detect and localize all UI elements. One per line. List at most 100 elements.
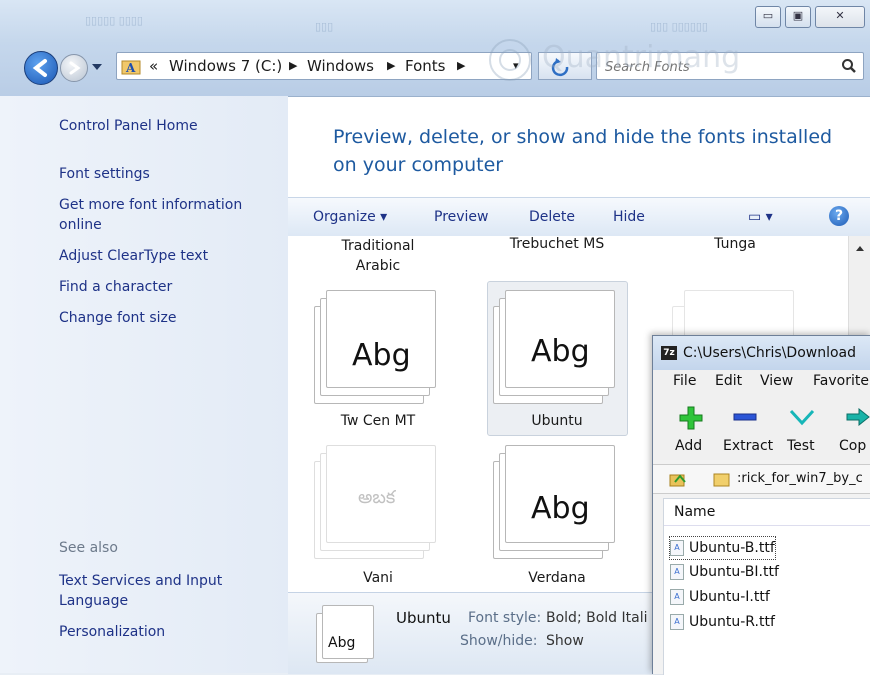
personalization-link[interactable]: Personalization [59,622,269,642]
file-name: Ubuntu-BI.ttf [689,564,779,580]
details-style-label: Font style: [468,610,542,626]
up-folder-icon[interactable] [669,470,687,488]
window-chrome: ▯▯▯▯▯ ▯▯▯▯ ▯▯▯ ▯▯▯ ▯▯▯▯▯▯ ▭ ▣ ✕ A « Wind… [0,0,870,97]
extract-label: Extract [723,438,774,454]
copy-button[interactable]: Cop [835,402,870,460]
font-settings-link[interactable]: Font settings [59,164,269,184]
font-verdana-label[interactable]: Verdana [497,570,617,586]
svg-text:A: A [125,61,136,75]
back-button[interactable] [24,51,58,85]
adjust-cleartype-link[interactable]: Adjust ClearType text [59,246,269,266]
breadcrumb-overflow[interactable]: « [149,53,158,79]
search-icon[interactable] [841,58,857,74]
test-button[interactable]: Test [781,402,823,460]
breadcrumb-separator-icon[interactable]: ▶ [457,53,465,79]
file-name: Ubuntu-B.ttf [689,540,775,556]
page-heading: Preview, delete, or show and hide the fo… [333,126,833,176]
watermark-logo: Quantrimang [480,26,760,90]
font-tile-tw-cen-mt[interactable]: Abg [314,290,438,404]
font-file-icon: A [670,540,684,556]
name-column-header[interactable]: Name [664,499,870,526]
sevenzip-window[interactable]: 7z C:\Users\Chris\Download File Edit Vie… [652,335,870,675]
command-toolbar: Organize ▾ Preview Delete Hide ▭ ▾ ? [288,197,870,237]
font-file-icon: A [670,564,684,580]
sevenzip-menu-bar: File Edit View Favorite [653,370,870,394]
menu-file[interactable]: File [673,373,696,389]
sevenzip-path-bar: :rick_for_win7_by_c [653,464,870,494]
sevenzip-toolbar: Add Extract Test Cop [653,394,870,460]
file-row[interactable]: A Ubuntu-B.ttf [669,536,776,560]
watermark-text: Quantrimang [542,40,741,75]
font-tile-vani[interactable]: అబక [314,445,438,559]
font-tile-ubuntu[interactable]: Abg [493,290,617,404]
copy-label: Cop [839,438,867,454]
hide-button[interactable]: Hide [613,209,645,225]
add-label: Add [675,438,703,454]
fonts-folder-icon: A [121,60,141,75]
help-button[interactable]: ? [829,206,849,226]
font-ubuntu-label[interactable]: Ubuntu [497,413,617,429]
forward-arrow-icon [69,61,81,75]
file-row[interactable]: A Ubuntu-BI.ttf [670,561,779,583]
file-row[interactable]: A Ubuntu-I.ttf [670,586,770,608]
breadcrumb-separator-icon[interactable]: ▶ [387,53,395,79]
font-tunga-label[interactable]: Tunga [680,236,790,252]
change-view-button[interactable]: ▭ ▾ [748,209,773,225]
font-sample-text: Abg [531,334,590,369]
copy-arrow-icon [846,408,870,426]
recent-pages-chevron-icon[interactable] [91,62,103,72]
font-file-icon: A [670,589,684,605]
add-button[interactable]: Add [671,402,711,460]
file-name: Ubuntu-R.ttf [689,614,775,630]
minimize-button[interactable]: ▭ [755,6,781,28]
font-file-icon: A [670,614,684,630]
breadcrumb-windows[interactable]: Windows [307,53,374,79]
delete-button[interactable]: Delete [529,209,575,225]
details-sample-text: Abg [328,635,356,651]
address-bar[interactable]: A « Windows 7 (C:) ▶ Windows ▶ Fonts ▶ ▾ [116,52,532,80]
font-trebuchet-label[interactable]: Trebuchet MS [492,236,622,252]
ghost-recent-places: ▯▯▯▯▯ ▯▯▯▯ [85,14,143,27]
folder-icon [713,473,730,487]
details-font-icon: Abg [316,605,374,663]
breadcrumb-separator-icon[interactable]: ▶ [289,53,297,79]
left-navigation-pane: Control Panel Home Font settings Get mor… [0,96,288,673]
find-character-link[interactable]: Find a character [59,277,269,297]
lightbulb-logo-icon [489,39,531,81]
control-panel-home-link[interactable]: Control Panel Home [59,116,269,136]
get-more-font-info-link[interactable]: Get more font information online [59,195,269,235]
details-showhide-label: Show/hide: [460,633,538,649]
details-showhide-value: Show [546,633,584,649]
file-name: Ubuntu-I.ttf [689,589,770,605]
change-font-size-link[interactable]: Change font size [59,308,269,328]
details-font-name: Ubuntu [396,609,451,627]
extract-minus-icon [733,413,757,421]
forward-button[interactable] [60,54,88,82]
font-tile-verdana[interactable]: Abg [493,445,617,559]
test-check-icon [789,409,815,426]
sevenzip-logo-icon: 7z [661,346,677,360]
menu-favorites[interactable]: Favorite [813,373,869,389]
font-vani-label[interactable]: Vani [318,570,438,586]
extract-button[interactable]: Extract [717,402,773,460]
menu-view[interactable]: View [760,373,793,389]
scroll-up-arrow-icon[interactable] [855,244,865,252]
sevenzip-path-text[interactable]: :rick_for_win7_by_c [737,471,863,486]
breadcrumb-drive[interactable]: Windows 7 (C:) [169,53,282,79]
test-label: Test [787,438,815,454]
menu-edit[interactable]: Edit [715,373,742,389]
maximize-button[interactable]: ▣ [785,6,811,28]
font-sample-text: అబక [358,487,396,508]
close-button[interactable]: ✕ [815,6,865,28]
breadcrumb-fonts[interactable]: Fonts [405,53,445,79]
preview-button[interactable]: Preview [434,209,489,225]
fonts-window: ▯▯▯▯▯ ▯▯▯▯ ▯▯▯ ▯▯▯ ▯▯▯▯▯▯ ▭ ▣ ✕ A « Wind… [0,0,870,675]
text-services-link[interactable]: Text Services and Input Language [59,571,269,611]
sevenzip-title: C:\Users\Chris\Download [683,345,857,361]
organize-button[interactable]: Organize ▾ [313,209,387,225]
font-traditional-arabic-label[interactable]: Traditional Arabic [318,236,438,276]
font-tw-cen-mt-label[interactable]: Tw Cen MT [318,413,438,429]
sevenzip-title-bar[interactable]: 7z C:\Users\Chris\Download [653,336,870,370]
file-row[interactable]: A Ubuntu-R.ttf [670,611,775,633]
font-sample-text: Abg [352,338,411,373]
